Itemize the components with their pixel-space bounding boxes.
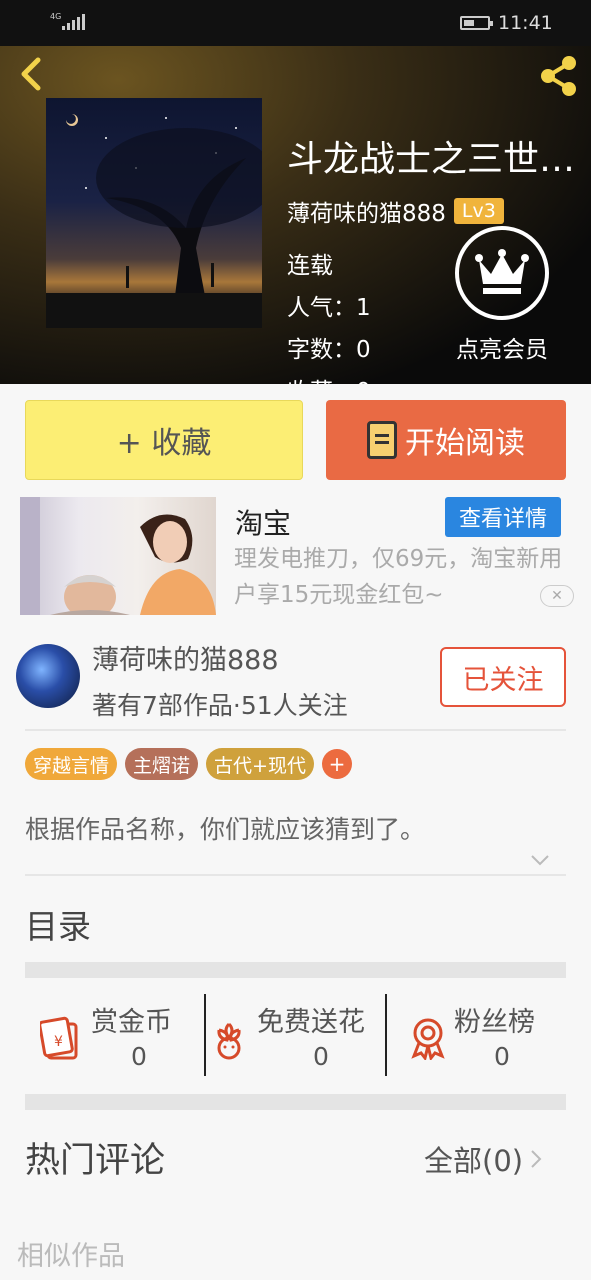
medal-icon: [411, 1018, 445, 1060]
vip-button[interactable]: 点亮会员: [450, 226, 554, 364]
ad-image[interactable]: [20, 497, 216, 615]
book-header: 斗龙战士之三世… 薄荷味的猫888 Lv3 连载 人气：1 字数：0 收藏：0 …: [0, 46, 591, 384]
action-count: 0: [313, 1042, 329, 1071]
ad-close-button[interactable]: ✕: [540, 585, 574, 607]
action-bar: ¥ 赏金币 0 免费送花 0 粉丝榜 0: [25, 994, 566, 1078]
book-icon: [367, 421, 397, 459]
share-button[interactable]: [536, 52, 582, 96]
all-comments-button[interactable]: 全部(0): [424, 1138, 543, 1180]
flower-icon: [217, 1022, 241, 1060]
all-comments-label: 全部(0): [424, 1144, 524, 1178]
add-tag-button[interactable]: +: [321, 749, 352, 779]
action-label: 免费送花: [257, 1007, 365, 1038]
author-stats: 著有7部作品·51人关注: [92, 691, 348, 720]
similar-works-title: 相似作品: [17, 1241, 125, 1272]
book-author[interactable]: 薄荷味的猫888: [287, 194, 446, 228]
ad-detail-button[interactable]: 查看详情: [445, 497, 561, 537]
divider: [25, 729, 566, 731]
book-status: 连载: [287, 253, 333, 279]
book-popularity: 人气：1: [287, 295, 371, 321]
chevron-right-icon: [531, 1150, 542, 1168]
reward-coins-button[interactable]: ¥ 赏金币 0: [25, 994, 203, 1078]
crown-icon: [455, 226, 549, 320]
follow-button[interactable]: 已关注: [440, 647, 566, 707]
cover-illustration: [46, 114, 262, 328]
vip-label: 点亮会员: [456, 337, 548, 363]
tag-list: 穿越言情 主熠诺 古代+现代 +: [25, 748, 352, 780]
book-favorites: 收藏：0: [287, 372, 371, 384]
hot-comments-title: 热门评论: [25, 1141, 166, 1181]
action-label: 赏金币: [91, 1007, 172, 1038]
book-cover[interactable]: [46, 98, 262, 328]
section-band: [25, 962, 566, 978]
back-button[interactable]: [14, 52, 54, 96]
separator: [204, 994, 206, 1076]
level-badge: Lv3: [453, 198, 504, 224]
start-reading-label: 开始阅读: [405, 426, 525, 461]
book-word-count: 字数：0: [287, 337, 371, 363]
status-bar: 4G 11:41: [0, 0, 591, 46]
author-avatar[interactable]: [16, 644, 80, 708]
author-block: 薄荷味的猫888 著有7部作品·51人关注 已关注: [0, 630, 591, 730]
table-of-contents[interactable]: 目录: [25, 900, 91, 948]
signal-icon: 4G: [50, 12, 85, 30]
author-name[interactable]: 薄荷味的猫888: [92, 638, 279, 677]
fan-ranking-button[interactable]: 粉丝榜 0: [388, 994, 566, 1078]
battery-icon: [460, 16, 493, 30]
ad-title: 淘宝: [235, 507, 292, 540]
share-icon: [541, 56, 576, 96]
book-title: 斗龙战士之三世…: [287, 139, 576, 180]
action-count: 0: [131, 1042, 147, 1071]
author-line: 薄荷味的猫888 Lv3: [287, 194, 504, 228]
book-detail-card: + 收藏 开始阅读 淘宝 查看详情 理发电推刀，仅69元，淘宝新用户享15元现金…: [0, 384, 591, 1280]
ad-description: 理发电推刀，仅69元，淘宝新用户享15元现金红包~: [234, 546, 563, 608]
book-intro: 根据作品名称，你们就应该猜到了。: [25, 815, 426, 844]
tag-chip[interactable]: 主熠诺: [125, 748, 199, 780]
send-flower-button[interactable]: 免费送花 0: [207, 994, 385, 1078]
ad-photo: [20, 497, 216, 615]
status-time: 11:41: [498, 12, 553, 34]
svg-text:¥: ¥: [54, 1034, 63, 1050]
red-envelope-icon: ¥: [40, 1016, 78, 1060]
ad-banner[interactable]: 淘宝 查看详情 理发电推刀，仅69元，淘宝新用户享15元现金红包~ ✕: [20, 497, 580, 615]
action-count: 0: [494, 1042, 510, 1071]
tag-chip[interactable]: 古代+现代: [206, 748, 314, 780]
back-arrow-icon: [21, 57, 41, 91]
separator: [385, 994, 387, 1076]
add-favorite-button[interactable]: + 收藏: [25, 400, 303, 480]
action-label: 粉丝榜: [454, 1007, 535, 1038]
section-band: [25, 1094, 566, 1110]
chevron-down-icon[interactable]: [530, 850, 550, 870]
tag-chip[interactable]: 穿越言情: [25, 748, 118, 780]
start-reading-button[interactable]: 开始阅读: [326, 400, 566, 480]
divider: [25, 874, 566, 876]
